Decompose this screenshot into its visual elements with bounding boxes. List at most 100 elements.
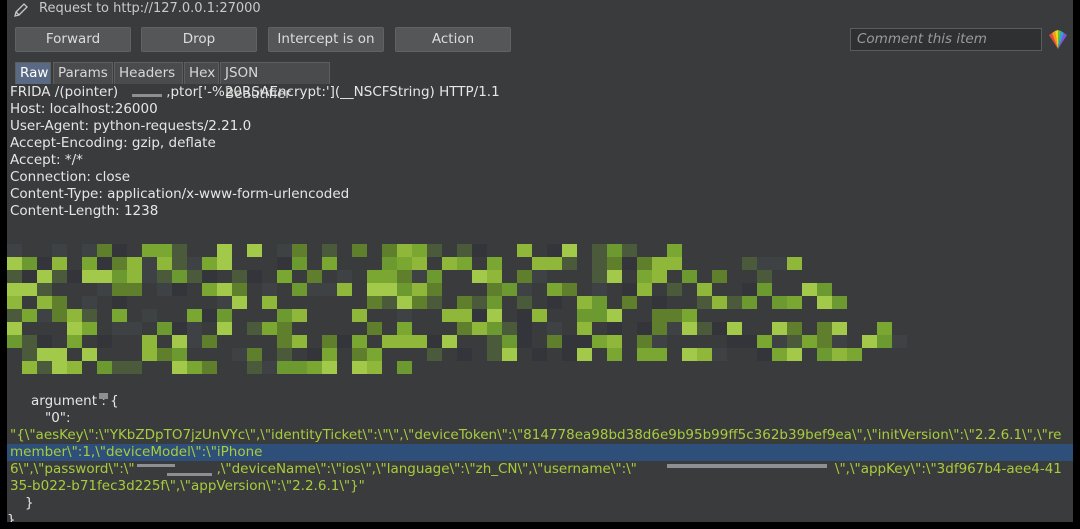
tab-headers[interactable]: Headers	[114, 62, 183, 84]
redaction-pixel	[592, 309, 607, 322]
redaction-pixel	[607, 348, 622, 361]
redaction-pixel	[772, 348, 787, 361]
redaction-mark	[667, 464, 827, 468]
redaction-pixel	[292, 257, 307, 270]
request-line: FRIDA /(pointer) ,ptor['-%20RSAEncrypt:']…	[10, 84, 500, 101]
redaction-pixel	[592, 270, 607, 283]
intercept-toggle-button[interactable]: Intercept is on	[268, 27, 384, 52]
redaction-pixel	[7, 270, 22, 283]
redaction-pixel	[427, 335, 442, 348]
redaction-pixel	[157, 348, 172, 361]
redaction-pixel	[397, 283, 412, 296]
redaction-pixel	[262, 361, 277, 374]
redaction-pixel	[787, 296, 802, 309]
redaction-pixel	[187, 270, 202, 283]
redaction-pixel	[682, 270, 697, 283]
drop-button[interactable]: Drop	[141, 27, 257, 52]
redaction-pixel	[82, 257, 97, 270]
redaction-pixel	[427, 270, 442, 283]
redaction-pixel	[202, 257, 217, 270]
redaction-pixel	[37, 309, 52, 322]
redaction-pixel	[277, 257, 292, 270]
redaction-pixel	[22, 257, 37, 270]
redaction-pixel	[277, 335, 292, 348]
redaction-pixel	[52, 270, 67, 283]
redaction-pixel	[472, 244, 487, 257]
redaction-pixel	[202, 270, 217, 283]
redaction-pixel	[262, 283, 277, 296]
redaction-pixel	[547, 296, 562, 309]
redaction-pixel	[367, 348, 382, 361]
redaction-pixel	[172, 283, 187, 296]
redaction-pixel	[607, 244, 622, 257]
redaction-mark	[167, 473, 212, 476]
tab-json-beautifier[interactable]: JSON Beautifier	[220, 62, 330, 102]
redaction-pixel	[772, 335, 787, 348]
redaction-pixel	[397, 296, 412, 309]
redaction-pixel	[52, 348, 67, 361]
redaction-pixel	[7, 283, 22, 296]
redaction-pixel	[412, 270, 427, 283]
redaction-pixel	[562, 348, 577, 361]
redaction-mark	[137, 464, 175, 467]
redaction-pixel	[802, 335, 817, 348]
redaction-pixel	[292, 361, 307, 374]
redaction-pixel	[202, 361, 217, 374]
redaction-pixel	[22, 309, 37, 322]
redaction-pixel	[427, 244, 442, 257]
redaction-pixel	[442, 309, 457, 322]
redaction-pixel	[667, 257, 682, 270]
redaction-pixel	[97, 244, 112, 257]
tab-hex[interactable]: Hex	[184, 62, 219, 84]
redaction-pixel	[487, 270, 502, 283]
redaction-pixel	[142, 257, 157, 270]
redaction-mark	[99, 393, 108, 399]
json-body-line: "{\"aesKey\":\"YKbZDpTO7jzUnVYc\",\"iden…	[10, 427, 1062, 443]
redaction-pixel	[652, 257, 667, 270]
redaction-mark	[132, 94, 162, 97]
redaction-pixel	[262, 322, 277, 335]
redaction-pixel	[487, 296, 502, 309]
redaction-pixel	[607, 270, 622, 283]
redaction-pixel	[322, 283, 337, 296]
redaction-pixel	[112, 283, 127, 296]
redaction-pixel	[307, 270, 322, 283]
redaction-pixel	[187, 257, 202, 270]
redaction-pixel	[7, 257, 22, 270]
redaction-pixel	[592, 283, 607, 296]
action-button[interactable]: Action	[395, 27, 511, 52]
redaction-pixel	[802, 283, 817, 296]
redaction-pixel	[307, 361, 322, 374]
forward-button[interactable]: Forward	[15, 27, 131, 52]
tab-raw[interactable]: Raw	[15, 62, 51, 84]
redaction-pixel	[37, 361, 52, 374]
redaction-pixel	[427, 296, 442, 309]
redaction-pixel	[322, 244, 337, 257]
redaction-pixel	[472, 322, 487, 335]
redaction-pixel	[697, 296, 712, 309]
redaction-pixel	[457, 244, 472, 257]
redaction-pixel	[397, 335, 412, 348]
redaction-pixel	[772, 322, 787, 335]
comment-input[interactable]: Comment this item	[850, 28, 1042, 51]
redaction-pixel	[742, 283, 757, 296]
redaction-pixel	[337, 335, 352, 348]
redaction-pixel	[127, 257, 142, 270]
tab-params[interactable]: Params	[53, 62, 113, 84]
redaction-pixel	[217, 309, 232, 322]
window-title: Request to http://127.0.0.1:27000	[39, 1, 261, 16]
redaction-pixel	[607, 309, 622, 322]
redaction-pixel	[157, 244, 172, 257]
redaction-pixel	[502, 283, 517, 296]
redaction-pixel	[82, 309, 97, 322]
redaction-pixel	[457, 296, 472, 309]
redaction-pixel	[247, 270, 262, 283]
redaction-pixel	[22, 283, 37, 296]
burp-logo-icon[interactable]	[1047, 29, 1069, 51]
redaction-pixel	[7, 244, 22, 257]
request-editor[interactable]: FRIDA /(pointer) ,ptor['-%20RSAEncrypt:']…	[7, 84, 1073, 522]
redaction-pixel	[217, 322, 232, 335]
header-line: Connection: close	[10, 169, 130, 185]
argument-label: argument	[31, 393, 98, 409]
redaction-pixel	[622, 244, 637, 257]
